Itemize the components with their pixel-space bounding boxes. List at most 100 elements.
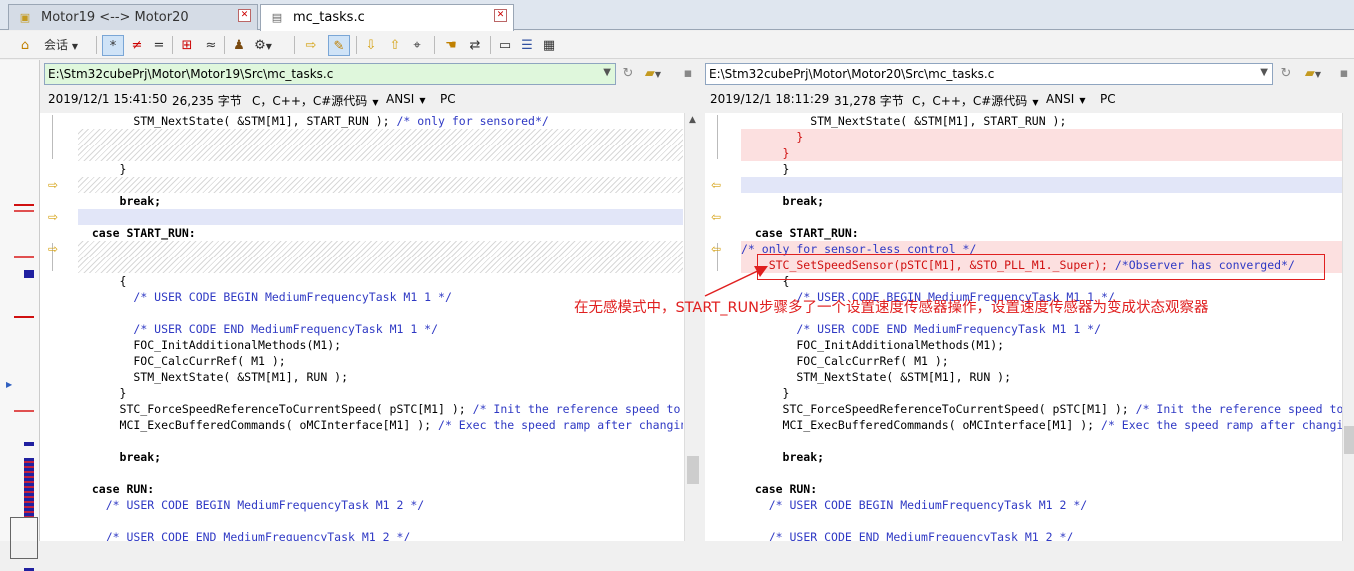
scroll-up-icon[interactable]: ▲ [685,115,700,125]
ruler-icon[interactable]: ▭ [496,35,514,56]
code-line[interactable]: } [741,145,1342,161]
code-line[interactable]: FOC_InitAdditionalMethods(M1); [78,337,683,353]
code-line[interactable]: case RUN: [78,481,683,497]
equal-icon[interactable]: = [150,35,168,56]
scroll-thumb[interactable] [1344,426,1354,454]
swap-icon[interactable]: ⇄ [466,35,484,56]
code-line[interactable]: break; [78,449,683,465]
save-icon[interactable]: ▪ [1334,64,1354,84]
code-line[interactable]: { [78,273,683,289]
code-line[interactable] [78,513,683,529]
right-arrow-icon[interactable]: ⇨ [302,35,320,56]
code-line[interactable]: } [78,385,683,401]
code-line[interactable]: STM_NextState( &STM[M1], START_RUN ); [741,113,1342,129]
left-scrollbar[interactable]: ▲ [684,113,700,541]
code-line[interactable]: STC_ForceSpeedReferenceToCurrentSpeed( p… [78,401,683,417]
window-icon[interactable]: ▦ [540,35,558,56]
reload-icon[interactable]: ↻ [1276,64,1296,84]
code-line[interactable]: break; [741,193,1342,209]
code-line[interactable]: /* USER CODE BEGIN MediumFrequencyTask M… [741,497,1342,513]
copy-left-arrow-icon[interactable]: ⇦ [711,211,725,223]
hand-icon[interactable]: ☚ [442,35,460,56]
right-code-lines[interactable]: STM_NextState( &STM[M1], START_RUN ); } … [741,113,1342,541]
code-line[interactable]: MCI_ExecBufferedCommands( oMCInterface[M… [741,417,1342,433]
chevron-down-icon[interactable]: ▼ [603,67,611,78]
code-line[interactable]: STM_NextState( &STM[M1], RUN ); [78,369,683,385]
code-line[interactable]: STM_NextState( &STM[M1], RUN ); [741,369,1342,385]
code-line[interactable]: STM_NextState( &STM[M1], START_RUN ); /*… [78,113,683,129]
code-line[interactable]: case RUN: [741,481,1342,497]
code-line[interactable]: /* USER CODE END MediumFrequencyTask M1 … [78,321,683,337]
code-line[interactable] [78,465,683,481]
code-line[interactable] [741,433,1342,449]
rules-icon[interactable]: ⚙▼ [254,35,272,56]
code-line[interactable] [741,513,1342,529]
map-viewport[interactable] [10,517,38,559]
list-icon[interactable]: ☰ [518,35,536,56]
code-line[interactable]: /* USER CODE END MediumFrequencyTask M1 … [741,529,1342,541]
copy-left-arrow-icon[interactable]: ⇦ [711,179,725,191]
code-line[interactable]: FOC_InitAdditionalMethods(M1); [741,337,1342,353]
person-icon[interactable]: ♟ [230,35,248,56]
code-line[interactable] [78,257,683,273]
code-line[interactable]: } [741,385,1342,401]
asterisk-icon[interactable]: * [102,35,124,56]
code-line[interactable]: } [741,161,1342,177]
code-line[interactable]: FOC_CalcCurrRef( M1 ); [741,353,1342,369]
right-path-field[interactable]: E:\Stm32cubePrj\Motor\Motor20\Src\mc_tas… [705,63,1273,85]
code-line[interactable]: break; [78,193,683,209]
close-icon[interactable]: ✕ [494,9,507,22]
encoding-selector[interactable]: ANSI ▼ [1046,92,1086,106]
chevron-down-icon[interactable]: ▼ [1260,67,1268,78]
edit-icon[interactable]: ✎ [328,35,350,56]
next-diff-icon[interactable]: ⇩ [362,35,380,56]
right-scrollbar[interactable] [1342,113,1354,541]
code-line[interactable]: STC_ForceSpeedReferenceToCurrentSpeed( p… [741,401,1342,417]
code-line[interactable]: } [741,129,1342,145]
not-equal-icon[interactable]: ≠ [128,35,146,56]
left-path-field[interactable]: E:\Stm32cubePrj\Motor\Motor19\Src\mc_tas… [44,63,616,85]
diff-icon[interactable]: ⊞ [178,35,196,56]
approx-icon[interactable]: ≈ [202,35,220,56]
code-line[interactable] [78,145,683,161]
code-line[interactable]: case START_RUN: [78,225,683,241]
copy-right-arrow-icon[interactable]: ⇨ [48,211,62,223]
code-line[interactable] [741,209,1342,225]
code-line[interactable]: MCI_ExecBufferedCommands( oMCInterface[M… [78,417,683,433]
code-line[interactable] [78,129,683,145]
code-line[interactable] [741,465,1342,481]
format-selector[interactable]: C，C++，C#源代码 ▼ [252,92,378,109]
diff-overview-map[interactable]: ▶ [0,60,40,571]
binoculars-icon[interactable]: ⌖ [408,35,426,56]
code-line[interactable]: /* USER CODE END MediumFrequencyTask M1 … [78,529,683,541]
save-icon[interactable]: ▪ [678,64,698,84]
code-line[interactable] [78,433,683,449]
code-line[interactable] [78,177,683,193]
copy-right-arrow-icon[interactable]: ⇨ [48,243,62,255]
copy-right-arrow-icon[interactable]: ⇨ [48,179,62,191]
close-icon[interactable]: ✕ [238,9,251,22]
code-line[interactable] [741,177,1342,193]
code-line[interactable] [78,209,683,225]
code-line[interactable] [78,241,683,257]
open-folder-icon[interactable]: ▰▼ [1298,64,1328,84]
open-folder-icon[interactable]: ▰▼ [640,64,666,84]
code-line[interactable]: /* USER CODE END MediumFrequencyTask M1 … [741,321,1342,337]
left-code-lines[interactable]: STM_NextState( &STM[M1], START_RUN ); /*… [78,113,683,541]
code-line[interactable]: } [78,161,683,177]
session-menu-button[interactable]: 会话 ▼ [44,35,78,56]
tab-folder-compare[interactable]: ▣ Motor19 <--> Motor20 ✕ [8,4,258,30]
scroll-thumb[interactable] [687,456,699,484]
left-code-pane[interactable]: ⇨ ⇨ ⇨ STM_NextState( &STM[M1], START_RUN… [40,113,700,541]
encoding-selector[interactable]: ANSI ▼ [386,92,426,106]
prev-diff-icon[interactable]: ⇧ [386,35,404,56]
code-line[interactable]: FOC_CalcCurrRef( M1 ); [78,353,683,369]
tab-file-compare[interactable]: ▤ mc_tasks.c ✕ [260,4,514,31]
copy-left-arrow-icon[interactable]: ⇦ [711,243,725,255]
code-line[interactable]: case START_RUN: [741,225,1342,241]
reload-icon[interactable]: ↻ [618,64,638,84]
home-icon[interactable]: ⌂ [16,35,34,56]
right-code-pane[interactable]: ⇦ ⇦ ⇦ STM_NextState( &STM[M1], START_RUN… [705,113,1354,541]
format-selector[interactable]: C，C++，C#源代码 ▼ [912,92,1038,109]
code-line[interactable]: break; [741,449,1342,465]
